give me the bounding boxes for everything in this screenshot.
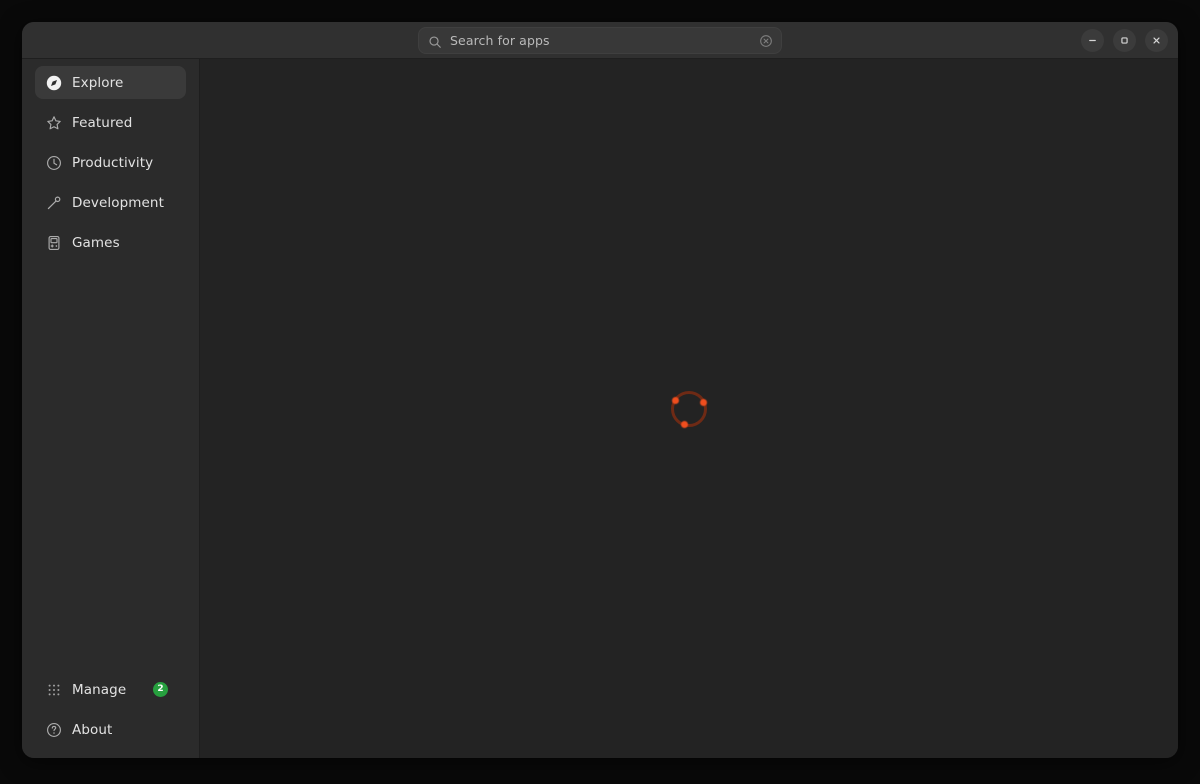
sidebar-item-label: Featured [72, 114, 133, 131]
game-console-icon [46, 235, 62, 251]
sidebar-item-label: Productivity [72, 154, 154, 171]
search-icon [428, 34, 442, 48]
spinner-dot [672, 396, 679, 404]
search-input[interactable] [450, 33, 751, 48]
sidebar-item-manage[interactable]: Manage 2 [35, 673, 186, 706]
sidebar-item-productivity[interactable]: Productivity [35, 146, 186, 179]
sidebar: Explore Featured Productivity Developmen… [22, 59, 200, 758]
sidebar-item-development[interactable]: Development [35, 186, 186, 219]
search-field[interactable] [418, 27, 782, 54]
star-icon [46, 115, 62, 131]
sidebar-item-label: Games [72, 234, 120, 251]
spinner-dot [681, 420, 688, 428]
app-window: Explore Featured [22, 22, 1178, 758]
sidebar-primary-nav: Explore Featured Productivity Developmen… [22, 66, 199, 673]
spinner-dot [700, 398, 707, 406]
window-controls [1081, 22, 1168, 59]
question-mark-icon [46, 722, 62, 738]
manage-badge: 2 [153, 682, 168, 697]
screwdriver-icon [46, 195, 62, 211]
spinner-ring [671, 390, 707, 427]
sidebar-secondary-nav: Manage 2 About [22, 673, 199, 758]
sidebar-item-label: Manage [72, 681, 127, 698]
compass-icon [46, 75, 62, 91]
sidebar-item-label: Explore [72, 74, 124, 91]
sidebar-item-label: Development [72, 194, 164, 211]
grid-dots-icon [46, 682, 62, 698]
sidebar-item-label: About [72, 721, 113, 738]
minimize-button[interactable] [1081, 29, 1104, 52]
clock-icon [46, 155, 62, 171]
clear-search-icon[interactable] [759, 34, 773, 48]
minus-icon [1087, 35, 1098, 46]
sidebar-item-about[interactable]: About [35, 713, 186, 746]
maximize-button[interactable] [1113, 29, 1136, 52]
titlebar [22, 22, 1178, 59]
sidebar-item-games[interactable]: Games [35, 226, 186, 259]
window-body: Explore Featured Productivity Developmen… [22, 59, 1178, 758]
close-button[interactable] [1145, 29, 1168, 52]
close-icon [1151, 35, 1162, 46]
sidebar-item-explore[interactable]: Explore [35, 66, 186, 99]
main-content [200, 59, 1178, 758]
square-icon [1119, 35, 1130, 46]
search-bar [418, 27, 782, 54]
sidebar-item-featured[interactable]: Featured [35, 106, 186, 139]
loading-spinner [671, 390, 707, 428]
